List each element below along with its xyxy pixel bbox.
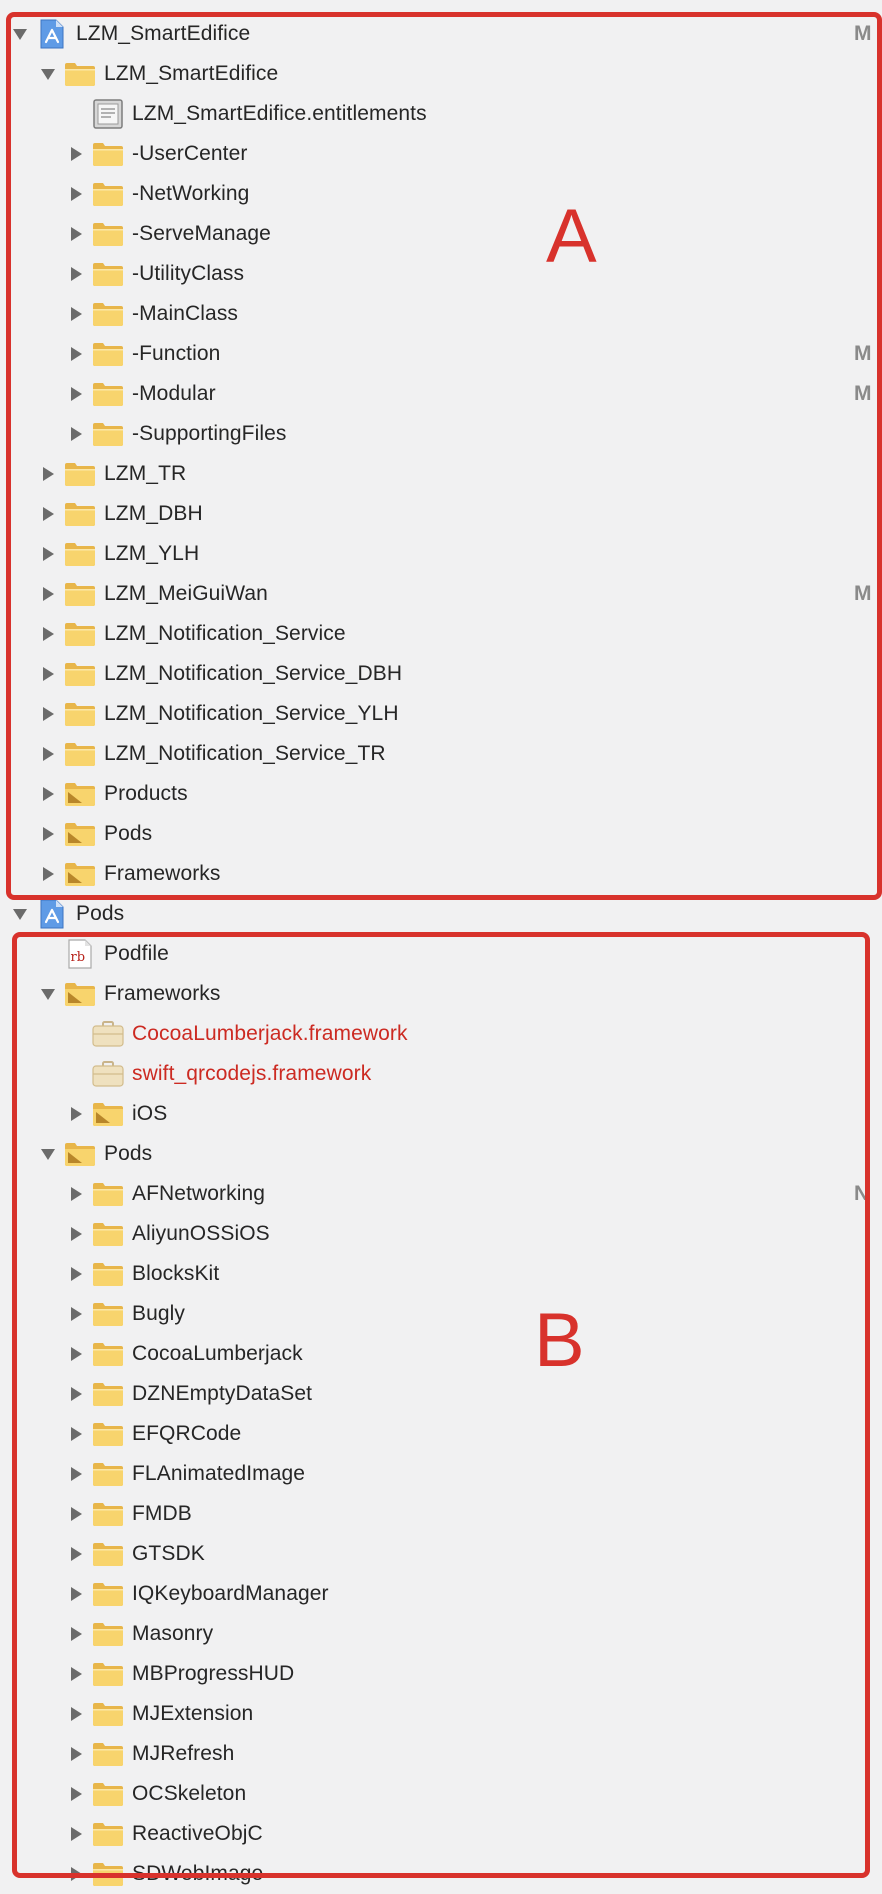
annotation-letter-b: B <box>534 1298 585 1383</box>
annotation-box-b <box>12 932 870 1878</box>
disclosure-triangle-expanded-icon[interactable] <box>8 894 32 934</box>
annotation-box-a <box>6 12 882 900</box>
tree-row[interactable]: Pods <box>0 894 882 934</box>
tree-row-label: Pods <box>76 902 125 925</box>
annotation-letter-a: A <box>546 194 597 279</box>
xcodeproj-icon <box>36 894 68 934</box>
